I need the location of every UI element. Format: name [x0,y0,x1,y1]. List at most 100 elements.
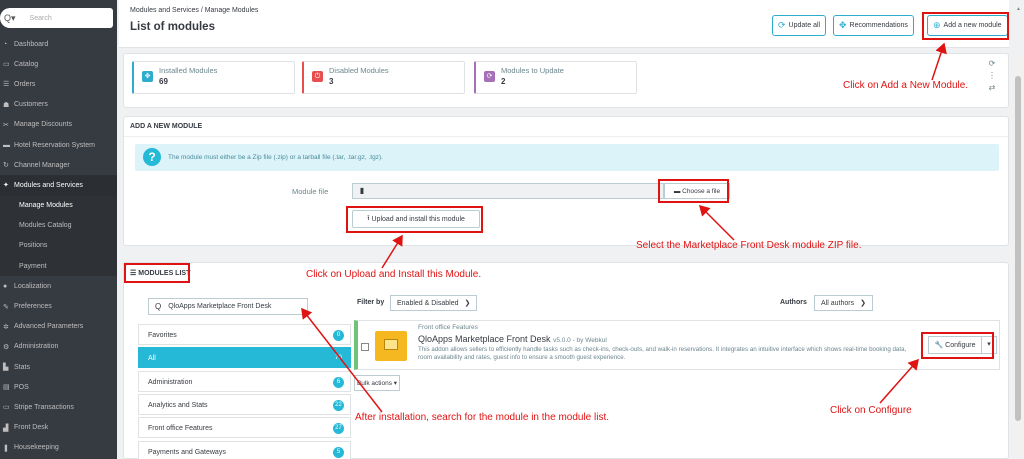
annotation-select-zip: Select the Marketplace Front Desk module… [636,240,862,251]
sidebar-item-label: Stripe Transactions [14,403,74,411]
sidebar-item-label: Localization [14,282,51,290]
sidebar-item-pos[interactable]: ▤ POS [0,377,117,397]
sidebar-item-label: Orders [14,80,36,88]
category-administration[interactable]: Administration 6 [138,370,351,392]
sidebar-item-channel-manager[interactable]: ↻ Channel Manager [0,155,117,175]
sidebar-item-label: Channel Manager [14,161,70,169]
refresh-icon[interactable]: ⟳ [988,58,996,70]
frontdesk-icon: ▟ [3,424,9,432]
highlight-modules-list [124,263,190,283]
category-favorites[interactable]: Favorites 0 [138,324,351,345]
sidebar-item-hotel-reservation-system[interactable]: ▬ Hotel Reservation System [0,135,117,155]
category-count-badge: 6 [333,376,344,388]
more-icon[interactable]: ⋮ [988,70,996,82]
authors-label: Authors [780,299,807,306]
filter-value: Enabled & Disabled [397,299,459,307]
sidebar-item-positions[interactable]: Positions [0,235,117,257]
sidebar-item-manage-discounts[interactable]: ✂ Manage Discounts [0,115,117,135]
catalog-icon: ▭ [3,61,10,69]
sidebar-item-modules-and-services[interactable]: ✦ Modules and Services [0,175,117,196]
annotation-search: After installation, search for the modul… [355,412,610,423]
category-label: Favorites [148,332,177,339]
category-all[interactable]: All 70 [138,347,351,369]
sync-icon[interactable]: ⇄ [988,82,996,94]
scroll-up-arrow[interactable]: ▲ [1016,6,1021,12]
category-label: Analytics and Stats [148,401,208,409]
category-analytics-and-stats[interactable]: Analytics and Stats 22 [138,393,351,415]
sidebar-nav: ◔ Dashboard ▭ Catalog ☰ Orders ☗ Customers ✂ Mana… [0,34,117,458]
sidebar-search[interactable]: Q▾ Search [0,8,113,28]
highlight-configure [921,332,994,359]
sidebar-item-label: Administration [14,343,59,351]
sidebar-item-housekeeping[interactable]: ❚ Housekeeping [0,438,117,458]
kpi-label: Disabled Modules [329,66,389,75]
chevron-down-icon: ❯ [860,300,866,307]
sidebar-item-label: Advanced Parameters [14,323,84,331]
pos-icon: ▤ [3,384,10,392]
category-label: Administration [148,378,193,386]
add-module-panel: ADD A NEW MODULE ? The module must eithe… [123,116,1009,246]
category-count-badge: 27 [333,423,344,435]
scrollbar-thumb[interactable] [1015,76,1021,421]
filter-select[interactable]: Enabled & Disabled ❯ [390,295,478,311]
authors-select[interactable]: All authors ❯ [814,295,873,311]
file-icon: ▮ [352,183,372,199]
module-search-input[interactable]: Q QloApps Marketplace Front Desk [148,298,308,315]
category-front-office-features[interactable]: Front office Features 27 [138,417,351,439]
sidebar-item-label: Manage Modules [19,202,73,210]
annotation-add-new: Click on Add a New Module. [843,80,969,91]
sidebar-item-label: Housekeeping [14,444,59,452]
sidebar-item-payment[interactable]: Payment [0,256,117,277]
highlight-choose-file [658,179,729,203]
module-file-input[interactable] [371,183,664,199]
annotation-configure: Click on Configure [830,405,912,416]
search-icon: Q▾ [4,12,16,23]
modules-list-panel: ☰ MODULES LIST Q QloApps Marketplace Fro… [123,262,1009,459]
category-label: Front office Features [148,425,213,433]
sidebar-item-label: Preferences [14,303,52,311]
sidebar-item-label: Front Desk [14,424,49,432]
annotation-upload: Click on Upload and Install this Module. [306,269,482,280]
gears-icon: ✲ [3,323,9,331]
sidebar-item-label: Dashboard [14,40,49,48]
bulk-actions-button[interactable]: Bulk actions ▾ [354,375,400,391]
sidebar-item-stats[interactable]: ▙ Stats [0,357,117,377]
sidebar-item-administration[interactable]: ⚙ Administration [0,337,117,357]
module-checkbox[interactable] [361,343,369,351]
category-count-badge: 22 [333,399,344,411]
sidebar-item-label: Catalog [14,60,39,68]
sidebar-item-dashboard[interactable]: ◔ Dashboard [0,34,117,54]
sidebar-item-modules-catalog[interactable]: Modules Catalog [0,215,117,236]
sidebar-item-catalog[interactable]: ▭ Catalog [0,54,117,74]
sidebar-item-localization[interactable]: ● Localization [0,276,117,296]
kpi-value: 2 [501,77,506,86]
add-module-heading: ADD A NEW MODULE [124,117,1008,137]
sidebar-item-orders[interactable]: ☰ Orders [0,74,117,94]
sidebar-item-stripe-transactions[interactable]: ▭ Stripe Transactions [0,397,117,417]
update-all-button[interactable]: ⟳ Update all [772,15,827,36]
stripe-icon: ▭ [3,404,10,412]
category-count-badge: 5 [333,446,344,458]
puzzle-icon: ✥ [142,71,153,82]
recommendations-label: Recommendations [849,22,908,29]
sidebar-item-label: Customers [14,101,48,109]
dashboard-icon: ◔ [3,40,8,48]
module-row: Front office Features QloApps Marketplac… [354,320,1000,370]
kpi-value: 69 [159,77,168,86]
stats-icon: ▙ [3,364,9,372]
customers-icon: ☗ [3,101,10,109]
sidebar-item-advanced-parameters[interactable]: ✲ Advanced Parameters [0,317,117,337]
modules-list-heading: ☰ MODULES LIST [124,263,1008,283]
module-name-line: QloApps Marketplace Front Desk v5.0.0 - … [418,334,607,344]
puzzle-icon: ✥ [839,20,847,30]
scrollbar[interactable] [1012,52,1024,459]
admin-icon: ⚙ [3,343,10,351]
category-payments-and-gateways[interactable]: Payments and Gateways 5 [138,440,351,459]
sidebar-item-label: POS [14,383,29,391]
sidebar-item-manage-modules[interactable]: Manage Modules [0,195,117,216]
sidebar-item-customers[interactable]: ☗ Customers [0,95,117,115]
sidebar-item-preferences[interactable]: ✎ Preferences [0,296,117,316]
kpi-label: Modules to Update [501,66,564,75]
recommendations-button[interactable]: ✥ Recommendations [833,15,914,36]
sidebar-item-front-desk[interactable]: ▟ Front Desk [0,418,117,438]
